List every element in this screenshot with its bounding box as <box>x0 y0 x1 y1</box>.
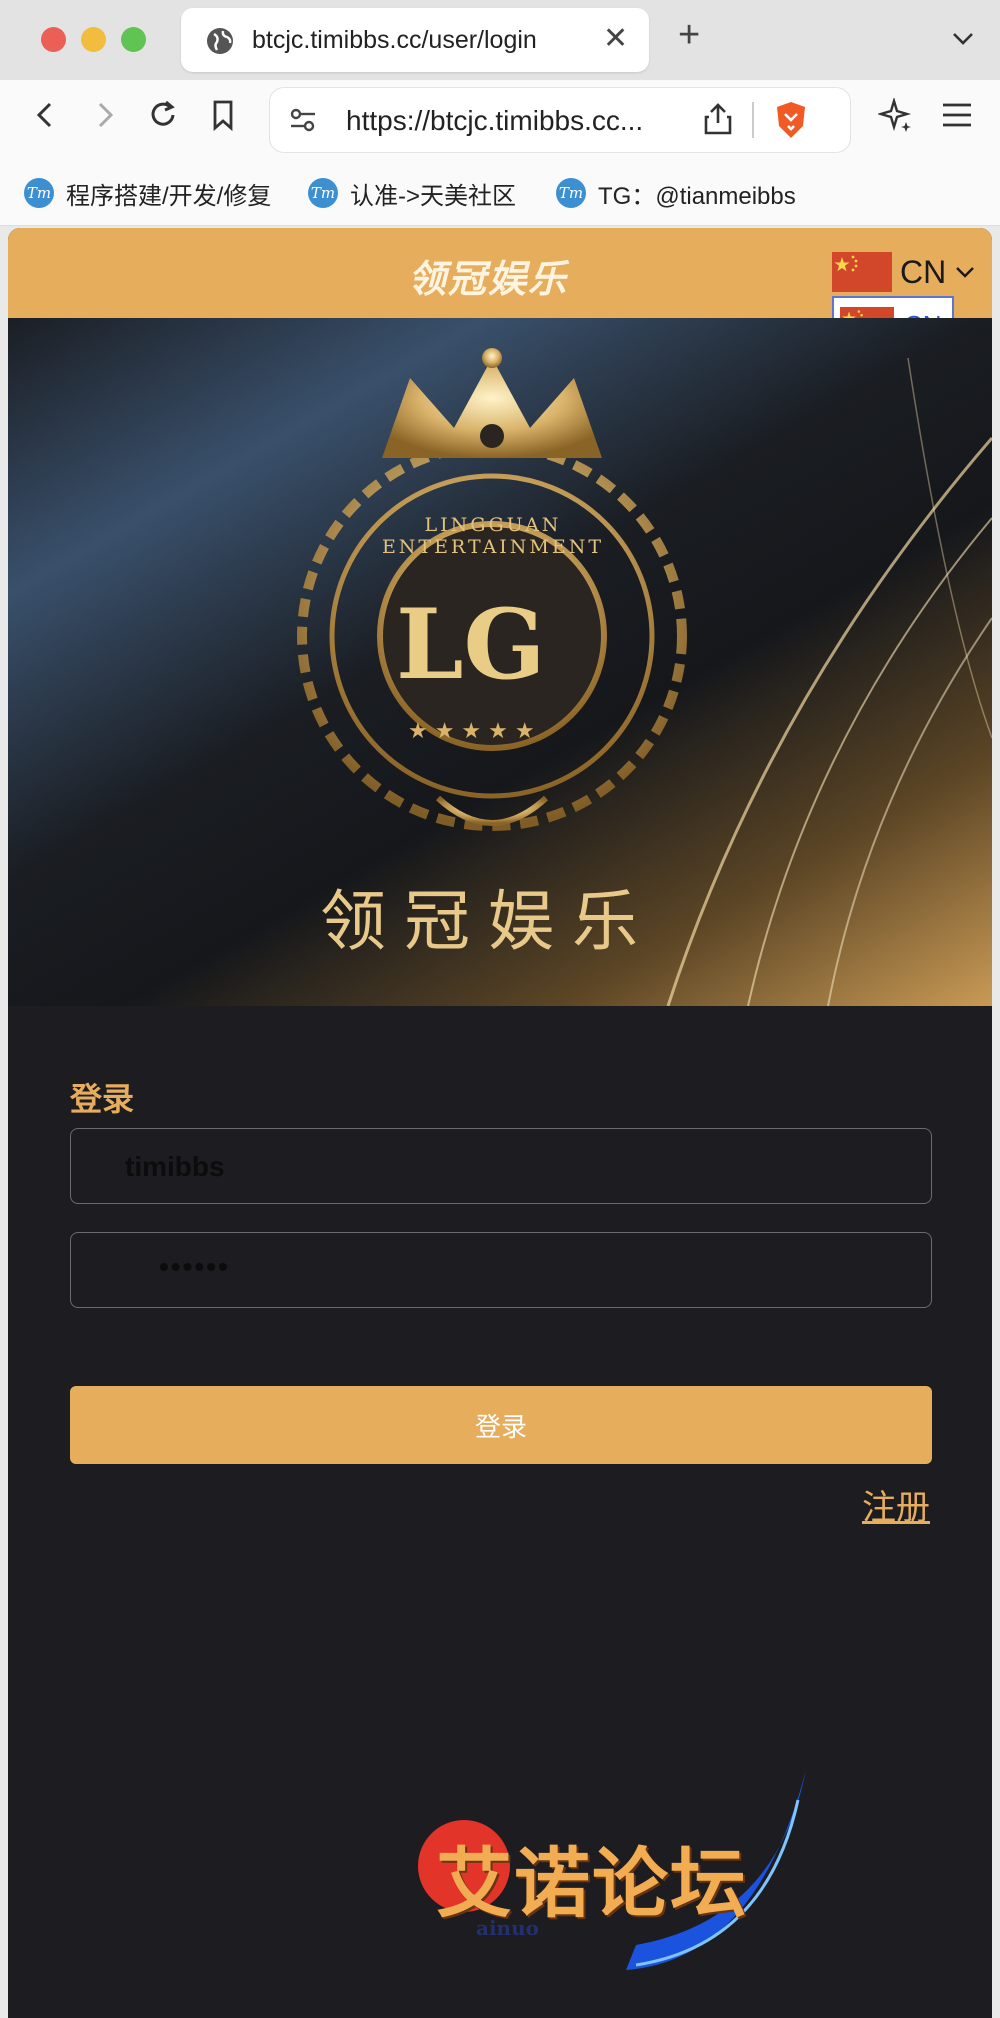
web-page: 领冠娱乐 CN CN <box>8 228 992 2018</box>
chevron-down-icon[interactable] <box>950 26 976 52</box>
brave-shield-icon[interactable] <box>772 100 810 140</box>
browser-tab[interactable]: btcjc.timibbs.cc/user/login ✕ <box>181 8 649 72</box>
close-window-button[interactable] <box>41 27 66 52</box>
site-settings-icon[interactable] <box>288 105 318 135</box>
tab-title: btcjc.timibbs.cc/user/login <box>252 26 537 54</box>
maximize-window-button[interactable] <box>121 27 146 52</box>
bookmarks-bar: Tm 程序搭建/开发/修复 Tm 认准->天美社区 Tm TG：@tianmei… <box>0 164 1000 226</box>
password-value: •••••• <box>159 1251 230 1282</box>
browser-chrome: btcjc.timibbs.cc/user/login ✕ + https://… <box>0 0 1000 226</box>
svg-text:★ ★ ★ ★ ★: ★ ★ ★ ★ ★ <box>408 719 535 744</box>
language-selector[interactable]: CN <box>832 252 976 292</box>
close-tab-icon[interactable]: ✕ <box>603 21 628 56</box>
forward-button[interactable] <box>88 98 122 132</box>
login-button-label: 登录 <box>474 1411 527 1442</box>
bookmark-label: 认准->天美社区 <box>350 182 517 210</box>
divider <box>752 102 754 138</box>
back-button[interactable] <box>28 98 62 132</box>
bookmark-icon[interactable] <box>206 98 240 132</box>
hero-banner: ★ ★ ★ ★ ★ LG LINGGUAN ENTERTAINMENT 领冠娱乐 <box>8 318 992 1006</box>
username-input[interactable]: timibbs <box>70 1128 932 1204</box>
tab-bar: btcjc.timibbs.cc/user/login ✕ + <box>0 0 1000 80</box>
ai-sparkle-icon[interactable] <box>878 98 914 134</box>
minimize-window-button[interactable] <box>81 27 106 52</box>
logo-letters: LG <box>396 588 546 701</box>
username-value: timibbs <box>125 1151 225 1182</box>
password-input[interactable]: •••••• <box>70 1232 932 1308</box>
reload-button[interactable] <box>146 98 180 132</box>
hero-caption: 领冠娱乐 <box>320 883 656 960</box>
current-language: CN <box>900 253 947 290</box>
register-link[interactable]: 注册 <box>862 1480 930 1529</box>
new-tab-button[interactable]: + <box>678 14 700 57</box>
toolbar: https://btcjc.timibbs.cc... <box>0 80 1000 164</box>
tm-favicon-icon: Tm <box>308 178 338 208</box>
url-text: https://btcjc.timibbs.cc... <box>346 105 644 136</box>
chevron-down-icon <box>956 267 975 278</box>
bookmark-label: TG：@tianmeibbs <box>598 182 796 210</box>
site-brand-title: 领冠娱乐 <box>408 259 569 301</box>
login-heading: 登录 <box>70 1081 135 1117</box>
forum-watermark: 艾诺论坛 ainuo <box>416 1770 816 1990</box>
bookmark-item[interactable]: Tm 程序搭建/开发/修复 <box>24 176 271 210</box>
bookmark-item[interactable]: Tm TG：@tianmeibbs <box>556 176 796 210</box>
bookmark-label: 程序搭建/开发/修复 <box>66 182 272 210</box>
watermark-subtext: ainuo <box>476 1916 539 1940</box>
bookmark-item[interactable]: Tm 认准->天美社区 <box>308 176 516 210</box>
globe-icon <box>207 28 233 54</box>
address-bar[interactable]: https://btcjc.timibbs.cc... <box>270 88 850 152</box>
login-button[interactable]: 登录 <box>70 1386 932 1464</box>
menu-icon[interactable] <box>940 100 974 130</box>
china-flag-icon <box>832 252 892 292</box>
tm-favicon-icon: Tm <box>24 178 54 208</box>
logo-ring-text: LINGGUAN ENTERTAINMENT <box>381 514 605 558</box>
tm-favicon-icon: Tm <box>556 178 586 208</box>
share-icon[interactable] <box>702 102 734 136</box>
